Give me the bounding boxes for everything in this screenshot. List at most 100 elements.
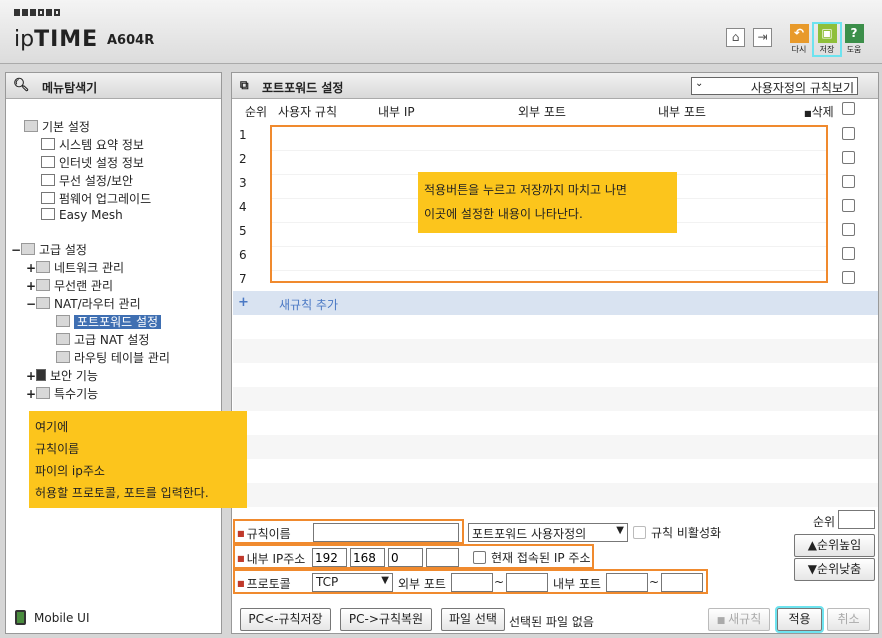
file-select-button[interactable]: 파일 선택	[441, 608, 505, 631]
range-separator: ~	[494, 575, 505, 589]
external-port-end[interactable]	[506, 573, 548, 592]
model-name: A604R	[107, 33, 155, 48]
menu-routing-table[interactable]: 라우팅 테이블 관리	[56, 349, 170, 366]
annotation-note-rules: 적용버튼을 누르고 저장까지 마치고 나면 이곳에 설정한 내용이 나타난다.	[418, 172, 677, 233]
mesh-icon	[41, 208, 55, 220]
menu-wlan-mgmt[interactable]: + 무선랜 관리	[26, 277, 113, 294]
add-rule-link[interactable]: 새규칙 추가	[279, 296, 338, 313]
external-port-label: 외부 포트	[398, 577, 446, 591]
menu-advanced-nat[interactable]: 고급 NAT 설정	[56, 331, 149, 348]
undo-button[interactable]: ↶ 다시	[786, 24, 812, 55]
row-rank: 2	[239, 152, 247, 166]
annotation-note-form: 여기에 규칙이름 파이의 ip주소 허용할 프로토콜, 포트를 입력한다.	[29, 411, 247, 508]
row-delete-checkbox[interactable]	[842, 247, 855, 260]
internal-port-start[interactable]	[606, 573, 648, 592]
chevron-down-icon: ▼	[381, 575, 389, 586]
help-button[interactable]: ? 도움	[841, 24, 867, 55]
preset-select[interactable]: 포트포워드 사용자정의 ▼	[468, 523, 628, 542]
home-icon[interactable]: ⌂	[726, 28, 745, 47]
ip-octet-4[interactable]	[426, 548, 459, 567]
menu-internet-info[interactable]: 인터넷 설정 정보	[41, 154, 144, 171]
delete-all-checkbox[interactable]	[842, 102, 855, 115]
cancel-button[interactable]: 취소	[827, 608, 870, 631]
folder-icon	[24, 120, 38, 132]
new-rule-button[interactable]: ■ 새규칙	[708, 608, 770, 631]
mobile-ui-link[interactable]: Mobile UI	[15, 610, 90, 625]
menu-special[interactable]: + 특수기능	[26, 385, 98, 402]
rank-input[interactable]	[838, 510, 875, 529]
row-rank: 3	[239, 176, 247, 190]
plus-icon: +	[238, 295, 249, 310]
menu-firmware-upgrade[interactable]: 펌웨어 업그레이드	[41, 190, 151, 207]
ip-octet-1[interactable]	[312, 548, 347, 567]
protocol-select[interactable]: TCP ▼	[312, 573, 393, 592]
menu-nat-router[interactable]: − NAT/라우터 관리	[26, 295, 141, 312]
brand-logo: ipTIME	[14, 27, 99, 52]
row-delete-checkbox[interactable]	[842, 151, 855, 164]
protocol-label: ■ 프로토콜	[237, 577, 291, 591]
file-status-text: 선택된 파일 없음	[509, 615, 594, 629]
lock-icon	[36, 369, 46, 381]
menu-network-mgmt[interactable]: + 네트워크 관리	[26, 259, 124, 276]
rule-name-input[interactable]	[313, 523, 459, 542]
chevron-down-icon: ⌄	[695, 78, 704, 89]
row-delete-checkbox[interactable]	[842, 223, 855, 236]
col-internal-port: 내부 포트	[658, 105, 706, 119]
rank-down-button[interactable]: ▼순위낮춤	[794, 558, 875, 581]
port-forward-panel: ⧉ 포트포워드 설정 ⌄ 사용자정의 규칙보기 순위 사용자 규칙 내부 IP …	[231, 72, 879, 634]
rule-view-select[interactable]: ⌄ 사용자정의 규칙보기	[691, 77, 858, 95]
page-icon	[56, 315, 70, 327]
row-rank: 7	[239, 272, 247, 286]
page-title: 포트포워드 설정	[262, 81, 344, 95]
save-label: 저장	[819, 45, 835, 54]
menu-easy-mesh[interactable]: Easy Mesh	[41, 208, 123, 222]
page-icon	[56, 351, 70, 363]
menu-basic-settings[interactable]: 기본 설정	[24, 118, 90, 135]
disable-rule-label: 규칙 비활성화	[651, 526, 722, 540]
tools-icon	[36, 387, 50, 399]
ip-octet-3[interactable]	[388, 548, 423, 567]
new-rule-icon: ■	[716, 616, 729, 626]
col-internal-ip: 내부 IP	[378, 105, 415, 119]
row-delete-checkbox[interactable]	[842, 175, 855, 188]
pc-restore-rules-button[interactable]: PC->규칙복원	[340, 608, 432, 631]
menu-security[interactable]: + 보안 기능	[26, 367, 98, 384]
row-delete-checkbox[interactable]	[842, 127, 855, 140]
menu-port-forward[interactable]: 포트포워드 설정	[56, 313, 162, 330]
panel-header: ⧉ 포트포워드 설정 ⌄ 사용자정의 규칙보기	[232, 73, 878, 99]
menu-advanced-settings[interactable]: − 고급 설정	[11, 241, 87, 258]
wifi-icon	[36, 279, 50, 291]
external-port-start[interactable]	[451, 573, 493, 592]
pc-save-rules-button[interactable]: PC<-규칙저장	[240, 608, 331, 631]
rank-label: 순위	[813, 515, 836, 529]
current-ip-checkbox[interactable]	[473, 551, 486, 564]
upgrade-icon	[41, 192, 55, 204]
apply-button[interactable]: 적용	[775, 606, 824, 633]
row-delete-checkbox[interactable]	[842, 271, 855, 284]
row-rank: 4	[239, 200, 247, 214]
network-icon	[36, 261, 50, 273]
mobile-icon	[15, 610, 26, 625]
save-button[interactable]: ▣ 저장	[812, 22, 842, 57]
menu-wireless-security[interactable]: 무선 설정/보안	[41, 172, 133, 189]
undo-icon: ↶	[789, 24, 809, 43]
rank-up-button[interactable]: ▲순위높임	[794, 534, 875, 557]
row-delete-checkbox[interactable]	[842, 199, 855, 212]
menu-explorer-title: 메뉴탐색기	[42, 81, 98, 95]
col-rank: 순위	[245, 105, 268, 119]
top-header: ipTIME A604R ⌂ ⇥ ↶ 다시 ▣ 저장 ? 도움	[0, 0, 882, 64]
logout-icon[interactable]: ⇥	[753, 28, 772, 47]
ip-octet-2[interactable]	[350, 548, 385, 567]
disable-rule-checkbox[interactable]	[633, 526, 646, 539]
save-icon: ▣	[817, 24, 837, 43]
help-label: 도움	[846, 45, 862, 54]
col-user-rule: 사용자 규칙	[278, 105, 338, 119]
internal-port-end[interactable]	[661, 573, 703, 592]
search-icon: 🔍︎	[13, 78, 30, 93]
menu-system-summary[interactable]: 시스템 요약 정보	[41, 136, 144, 153]
brand-dots-icon	[14, 9, 60, 16]
internal-port-label: 내부 포트	[553, 577, 601, 591]
add-rule-row[interactable]: + 새규칙 추가	[233, 291, 878, 315]
router-icon	[36, 297, 50, 309]
row-rank: 5	[239, 224, 247, 238]
